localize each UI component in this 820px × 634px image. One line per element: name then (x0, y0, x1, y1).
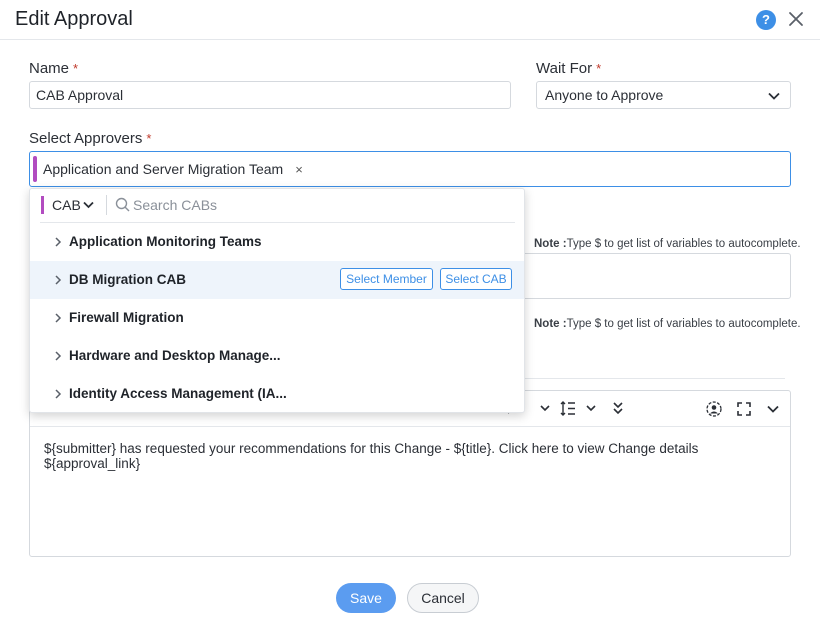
cab-list-item[interactable]: Identity Access Management (IA... (30, 375, 524, 412)
select-cab-button[interactable]: Select CAB (440, 268, 512, 290)
wait-for-label: Wait For * (536, 60, 602, 77)
cab-item-label: Hardware and Desktop Manage... (69, 348, 281, 363)
chevron-right-icon[interactable] (54, 237, 62, 247)
chevron-down-icon[interactable] (586, 405, 596, 412)
variable-note: Note :Type $ to get list of variables to… (534, 238, 801, 250)
cab-item-label: DB Migration CAB (69, 272, 186, 287)
dropdown-search-bar: CAB (30, 189, 524, 222)
chevron-down-icon[interactable] (767, 405, 779, 413)
approver-chip: Application and Server Migration Team × (33, 156, 303, 182)
cab-list-item[interactable]: Firewall Migration (30, 299, 524, 337)
chevron-down-icon[interactable] (540, 405, 550, 412)
approver-chip-label: Application and Server Migration Team (43, 161, 284, 177)
divider (106, 195, 107, 215)
name-input-value: CAB Approval (36, 87, 124, 103)
required-mark: * (146, 131, 152, 146)
approval-subject-field[interactable] (520, 253, 791, 299)
select-member-button[interactable]: Select Member (340, 268, 433, 290)
save-button[interactable]: Save (336, 583, 396, 613)
approvers-label: Select Approvers * (29, 130, 152, 147)
divider (520, 378, 785, 379)
user-variable-icon[interactable] (706, 401, 722, 417)
cab-list-item[interactable]: Application Monitoring Teams (30, 223, 524, 261)
chevron-right-icon[interactable] (54, 389, 62, 399)
chevron-down-icon (768, 92, 780, 100)
cab-item-label: Application Monitoring Teams (69, 234, 262, 249)
chevron-down-icon[interactable] (83, 201, 94, 209)
required-mark: * (596, 61, 602, 76)
chevron-right-icon[interactable] (54, 351, 62, 361)
cab-dropdown: CAB Application Monitoring Teams DB Migr… (29, 188, 525, 413)
required-mark: * (73, 61, 79, 76)
editor-content[interactable]: ${submitter} has requested your recommen… (44, 441, 790, 471)
cab-item-label: Identity Access Management (IA... (69, 386, 287, 401)
variable-note: Note :Type $ to get list of variables to… (534, 318, 801, 330)
cancel-button[interactable]: Cancel (407, 583, 479, 613)
approver-type-select[interactable]: CAB (52, 197, 81, 213)
name-input[interactable]: CAB Approval (29, 81, 511, 109)
cab-list-item[interactable]: DB Migration CAB Select Member Select CA… (30, 261, 524, 299)
dialog-header: Edit Approval ? (0, 0, 820, 40)
cab-search-input[interactable] (133, 194, 513, 216)
search-icon (115, 197, 130, 212)
type-color-bar (41, 196, 44, 214)
chevron-right-icon[interactable] (54, 275, 62, 285)
chevron-right-icon[interactable] (54, 313, 62, 323)
wait-for-select[interactable]: Anyone to Approve (536, 81, 791, 109)
wait-for-value: Anyone to Approve (545, 87, 664, 103)
chip-color-bar (33, 156, 37, 182)
name-label: Name * (29, 60, 79, 77)
chip-remove-icon[interactable]: × (295, 162, 303, 177)
dialog-title: Edit Approval (15, 8, 133, 30)
close-icon[interactable] (787, 10, 805, 28)
message-editor[interactable]: ${submitter} has requested your recommen… (29, 390, 791, 557)
cab-list-item[interactable]: Hardware and Desktop Manage... (30, 337, 524, 375)
expand-more-icon[interactable] (613, 402, 623, 415)
help-icon[interactable]: ? (756, 10, 776, 30)
fullscreen-icon[interactable] (737, 402, 751, 416)
cab-item-label: Firewall Migration (69, 310, 184, 325)
line-height-icon[interactable] (560, 401, 576, 416)
approvers-input[interactable]: Application and Server Migration Team × (29, 151, 791, 187)
